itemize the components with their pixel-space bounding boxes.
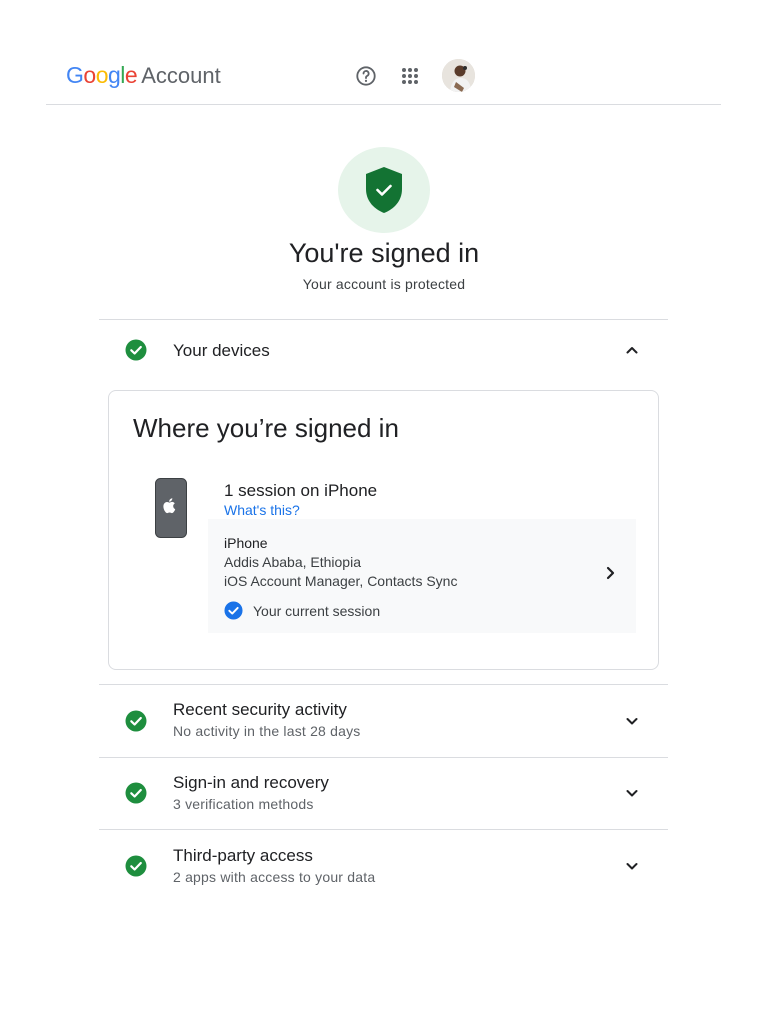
- whats-this-link[interactable]: What's this?: [224, 502, 300, 518]
- brand-letter-o2: o: [95, 62, 109, 88]
- section-sign-in-and-recovery[interactable]: Sign-in and recovery 3 verification meth…: [99, 757, 668, 830]
- section-recent-security-activity[interactable]: Recent security activity No activity in …: [99, 684, 668, 757]
- iphone-icon: [155, 478, 187, 538]
- section-subtitle: 3 verification methods: [173, 796, 314, 812]
- chevron-down-icon[interactable]: [624, 858, 640, 874]
- section-subtitle: No activity in the last 28 days: [173, 723, 361, 739]
- google-wordmark: Google: [66, 62, 138, 89]
- section-subtitle: 2 apps with access to your data: [173, 869, 376, 885]
- section-title: Sign-in and recovery: [173, 773, 329, 792]
- brand-letter-e: e: [124, 62, 138, 88]
- current-session-indicator: Your current session: [224, 601, 380, 620]
- devices-card: Where you’re signed in 1 session on iPho…: [108, 390, 659, 670]
- device-name: iPhone: [224, 535, 268, 551]
- help-icon[interactable]: [352, 62, 380, 90]
- google-account-logo[interactable]: Google Account: [66, 62, 221, 92]
- page-subtitle: Your account is protected: [302, 276, 466, 292]
- section-title: Recent security activity: [173, 700, 347, 719]
- app-header: Google Account: [46, 48, 721, 105]
- device-location: Addis Ababa, Ethiopia: [224, 554, 361, 570]
- brand-letter-o1: o: [83, 62, 96, 88]
- product-name: Account: [141, 63, 221, 88]
- chevron-down-icon[interactable]: [624, 713, 640, 729]
- section-third-party-access[interactable]: Third-party access 2 apps with access to…: [99, 829, 668, 902]
- chevron-up-icon[interactable]: [624, 342, 640, 358]
- device-row-iphone[interactable]: iPhone Addis Ababa, Ethiopia iOS Account…: [208, 519, 636, 633]
- card-title: Where you’re signed in: [133, 413, 399, 443]
- avatar[interactable]: [442, 59, 475, 92]
- check-circle-icon: [125, 782, 147, 804]
- section-title: Third-party access: [173, 846, 313, 865]
- check-circle-icon: [125, 339, 147, 361]
- page-title: You're signed in: [288, 238, 480, 268]
- brand-letter-g1: G: [66, 62, 84, 88]
- chevron-right-icon[interactable]: [602, 565, 618, 581]
- device-apps: iOS Account Manager, Contacts Sync: [224, 573, 458, 589]
- shield-check-icon: [338, 147, 430, 233]
- check-circle-icon: [125, 855, 147, 877]
- chevron-down-icon[interactable]: [624, 785, 640, 801]
- section-title: Your devices: [173, 341, 270, 360]
- apps-grid-icon[interactable]: [396, 62, 424, 90]
- section-your-devices[interactable]: Your devices: [99, 319, 668, 384]
- blue-check-circle-icon: [224, 601, 243, 620]
- session-title: 1 session on iPhone: [224, 481, 378, 500]
- current-session-label: Your current session: [253, 602, 381, 619]
- check-circle-icon: [125, 710, 147, 732]
- brand-letter-g2: g: [107, 62, 121, 88]
